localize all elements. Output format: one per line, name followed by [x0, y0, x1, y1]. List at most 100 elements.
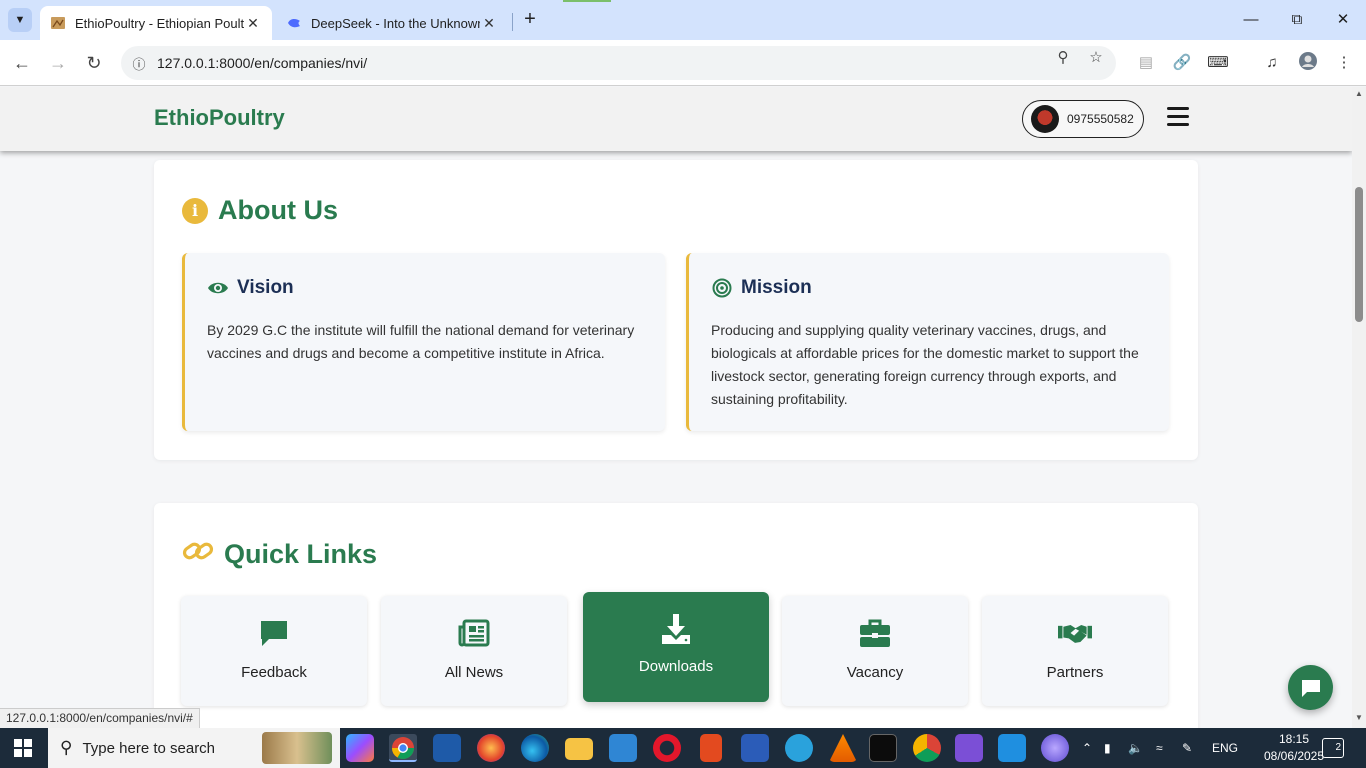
vision-title: Vision [237, 277, 294, 298]
quick-links-section: Quick Links Feedback All News Downloads [154, 503, 1198, 728]
quick-link-label: Partners [1046, 664, 1104, 681]
file-explorer-app-icon[interactable] [565, 738, 593, 760]
mission-card: Mission Producing and supplying quality … [686, 253, 1169, 431]
tab-title: DeepSeek - Into the Unknown [311, 15, 480, 31]
tab-deepseek[interactable]: DeepSeek - Into the Unknown ✕ [276, 6, 508, 40]
tab-ethiopoultry[interactable]: EthioPoultry - Ethiopian Poultry ✕ [40, 6, 272, 40]
scroll-up-icon[interactable]: ▲ [1354, 89, 1364, 98]
clock-time: 18:15 [1278, 732, 1310, 746]
tor-app-icon[interactable] [1041, 734, 1069, 762]
mission-title: Mission [741, 277, 812, 298]
mission-heading: Mission [711, 277, 1145, 299]
page-scrollbar[interactable]: ▲ ▼ [1352, 87, 1366, 728]
site-header: EthioPoultry 0975550582 [0, 87, 1352, 151]
quick-link-partners[interactable]: Partners [982, 596, 1168, 706]
back-icon[interactable]: ← [10, 51, 34, 75]
quick-links-title: Quick Links [224, 539, 378, 569]
comment-icon [257, 616, 291, 650]
download-icon [659, 612, 693, 646]
extensions-icon[interactable]: ⌨ [1206, 51, 1230, 75]
profile-avatar-icon[interactable] [1296, 51, 1320, 75]
about-us-heading: i About Us [182, 195, 338, 226]
bookmark-star-icon[interactable]: ☆ [1086, 48, 1106, 68]
firefox-app-icon[interactable] [477, 734, 505, 762]
quick-link-label: Downloads [638, 658, 714, 675]
handshake-icon [1058, 616, 1092, 650]
taskbar-search-placeholder: Type here to search [82, 739, 216, 757]
edge-app-icon[interactable] [521, 734, 549, 762]
mission-text: Producing and supplying quality veterina… [711, 322, 1139, 407]
close-tab-icon[interactable]: ✕ [480, 15, 498, 32]
quick-link-label: Vacancy [846, 664, 904, 681]
pen-icon[interactable]: ✎ [1182, 728, 1192, 768]
vscode-app-icon[interactable] [998, 734, 1026, 762]
status-bar-url: 127.0.0.1:8000/en/companies/nvi/# [0, 708, 200, 728]
quick-link-feedback[interactable]: Feedback [181, 596, 367, 706]
forward-icon[interactable]: → [46, 51, 70, 75]
opera-app-icon[interactable] [653, 734, 681, 762]
chrome-app-icon[interactable] [389, 734, 417, 762]
windows-taskbar: ⚲ Type here to search ⌃ ▮ 🔈 ≈ ✎ ENG 18:1… [0, 728, 1366, 768]
copilot-app-icon[interactable] [346, 734, 374, 762]
about-us-title: About Us [218, 195, 338, 225]
briefcase-icon [858, 616, 892, 650]
window-close-icon[interactable]: ✕ [1328, 8, 1358, 32]
terminal-app-icon[interactable] [869, 734, 897, 762]
paint-app-icon[interactable] [609, 734, 637, 762]
address-bar[interactable]: ⓘ 127.0.0.1:8000/en/companies/nvi/ [121, 46, 1116, 80]
search-icon: ⚲ [60, 738, 73, 757]
windows-start-icon[interactable] [14, 739, 32, 757]
new-tab-icon[interactable]: + [519, 8, 541, 32]
media-controls-icon[interactable]: ♫ [1260, 51, 1284, 75]
quick-link-label: All News [444, 664, 504, 681]
clock-date: 08/06/2025 [1263, 749, 1325, 763]
phone-contact-button[interactable]: 0975550582 [1022, 100, 1144, 138]
taskbar-clock[interactable]: 18:15 08/06/2025 [1262, 731, 1326, 765]
info-icon: i [182, 197, 208, 224]
vlc-app-icon[interactable] [829, 734, 857, 762]
phone-number: 0975550582 [1067, 112, 1134, 126]
zoom-icon[interactable]: ⚲ [1053, 48, 1073, 68]
quick-link-vacancy[interactable]: Vacancy [782, 596, 968, 706]
scroll-thumb[interactable] [1355, 187, 1363, 322]
word-app-icon[interactable] [741, 734, 769, 762]
tab-search-button[interactable]: ▼ [8, 8, 32, 32]
visual-studio-app-icon[interactable] [955, 734, 983, 762]
notification-center-icon[interactable]: 2 [1322, 738, 1344, 758]
show-hidden-icons-icon[interactable]: ⌃ [1082, 728, 1092, 768]
wifi-icon[interactable]: ≈ [1156, 728, 1163, 768]
language-indicator[interactable]: ENG [1212, 728, 1238, 768]
target-icon [711, 277, 733, 299]
chat-button[interactable] [1288, 665, 1333, 710]
vision-heading: Vision [207, 277, 641, 299]
close-tab-icon[interactable]: ✕ [244, 15, 262, 32]
link-chain-icon [182, 538, 214, 571]
vision-text: By 2029 G.C the institute will fulfill t… [207, 322, 635, 361]
browser-menu-icon[interactable]: ⋮ [1332, 51, 1356, 75]
site-info-icon[interactable]: ⓘ [121, 54, 157, 73]
page-viewport: EthioPoultry 0975550582 i About Us Visio… [0, 87, 1352, 728]
quick-links-heading: Quick Links [182, 538, 377, 571]
restore-icon[interactable]: ⧉ [1282, 8, 1312, 32]
about-us-section: i About Us Vision By 2029 G.C the instit… [154, 160, 1198, 460]
taskbar-search[interactable]: ⚲ Type here to search [48, 728, 340, 768]
browser-tab-bar: ▼ EthioPoultry - Ethiopian Poultry ✕ Dee… [0, 0, 1366, 40]
chrome-profile-app-icon[interactable] [913, 734, 941, 762]
scroll-down-icon[interactable]: ▼ [1354, 713, 1364, 722]
ethiopoultry-favicon-icon [51, 17, 65, 29]
volume-icon[interactable]: 🔈 [1128, 728, 1143, 768]
link-icon[interactable]: 🔗 [1170, 51, 1194, 75]
quick-link-downloads[interactable]: Downloads [583, 592, 769, 702]
reload-icon[interactable]: ↻ [82, 51, 106, 75]
hamburger-menu-icon[interactable] [1167, 107, 1189, 127]
notification-count: 2 [1335, 742, 1341, 753]
address-url[interactable]: 127.0.0.1:8000/en/companies/nvi/ [157, 55, 367, 71]
office-app-icon[interactable] [700, 734, 722, 762]
site-logo[interactable]: EthioPoultry [154, 105, 285, 131]
battery-icon[interactable]: ▮ [1104, 728, 1111, 768]
reading-mode-icon[interactable]: ▤ [1134, 51, 1158, 75]
minimize-icon[interactable]: — [1236, 8, 1266, 32]
powershell-app-icon[interactable] [433, 734, 461, 762]
quick-link-all-news[interactable]: All News [381, 596, 567, 706]
telegram-app-icon[interactable] [785, 734, 813, 762]
